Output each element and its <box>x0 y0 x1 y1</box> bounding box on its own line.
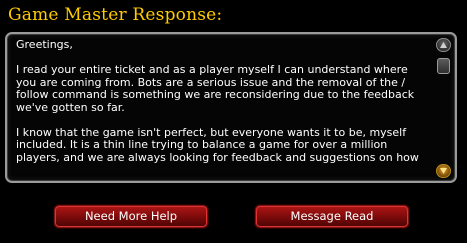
dialog-title: Game Master Response: <box>8 5 223 25</box>
message-frame: Greetings, I read your entire ticket and… <box>5 32 457 183</box>
chevron-up-icon <box>440 42 447 48</box>
scroll-thumb[interactable] <box>437 58 450 74</box>
scroll-up-button[interactable] <box>436 38 451 52</box>
message-paragraph: Greetings, <box>16 39 73 51</box>
message-body: Greetings, I read your entire ticket and… <box>16 39 431 179</box>
scroll-down-button[interactable] <box>436 164 451 178</box>
chevron-down-icon <box>440 168 447 174</box>
message-paragraph: I know that the game isn't perfect, but … <box>16 125 419 164</box>
message-paragraph: I read your entire ticket and as a playe… <box>16 63 415 114</box>
message-read-button[interactable]: Message Read <box>255 205 409 228</box>
message-scrollbar[interactable] <box>436 38 451 178</box>
need-more-help-button[interactable]: Need More Help <box>54 205 208 228</box>
